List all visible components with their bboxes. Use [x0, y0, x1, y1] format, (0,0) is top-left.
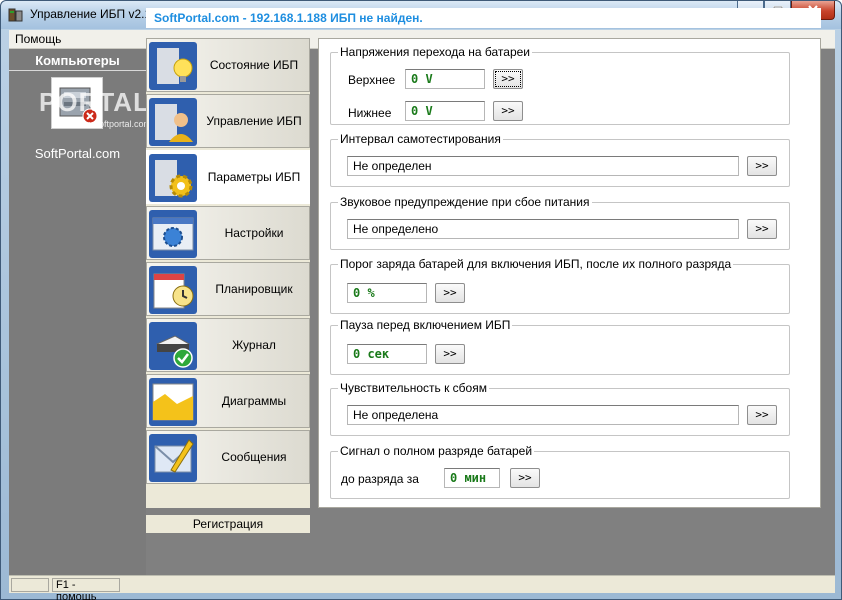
alarm-group: Звуковое предупреждение при сбое питания… — [330, 195, 790, 250]
group-title: Напряжения перехода на батареи — [338, 45, 533, 59]
lower-voltage-button[interactable]: >> — [493, 101, 523, 121]
alarm-field[interactable]: Не определено — [347, 219, 739, 239]
settings-icon — [149, 210, 197, 258]
pause-button[interactable]: >> — [435, 344, 465, 364]
watermark-url: www.softportal.com — [73, 119, 152, 129]
tab-ups-control[interactable]: Управление ИБП — [146, 94, 310, 148]
bulb-icon — [149, 42, 197, 90]
tab-label: Сообщения — [221, 450, 287, 464]
group-title: Чувствительность к сбоям — [338, 381, 489, 395]
group-title: Интервал самотестирования — [338, 132, 503, 146]
tab-label: Состояние ИБП — [209, 58, 299, 72]
registration-button[interactable]: Регистрация — [146, 515, 310, 533]
tab-label: Диаграммы — [221, 394, 287, 408]
status-bar: F1 - помощь — [9, 575, 835, 600]
tab-label: Планировщик — [215, 282, 293, 296]
status-help-hint: F1 - помощь — [52, 578, 120, 600]
sensitivity-group: Чувствительность к сбоям Не определена >… — [330, 381, 790, 436]
status-cell-1 — [11, 578, 49, 592]
upper-voltage-button[interactable]: >> — [493, 69, 523, 89]
watermark-logo: PORTAL — [39, 87, 150, 117]
chart-icon — [149, 378, 197, 426]
sensitivity-field[interactable]: Не определена — [347, 405, 739, 425]
lowbat-label: до разряда за — [341, 472, 419, 486]
computers-panel: Компьютеры PORTAL www.softportal.com Sof… — [9, 49, 151, 575]
tab-journal[interactable]: Журнал — [146, 318, 310, 372]
selftest-field[interactable]: Не определен — [347, 156, 739, 176]
group-title: Звуковое предупреждение при сбое питания — [338, 195, 592, 209]
selftest-button[interactable]: >> — [747, 156, 777, 176]
tab-settings[interactable]: Настройки — [146, 206, 310, 260]
lowbat-field[interactable]: 0 мин — [444, 468, 500, 488]
threshold-button[interactable]: >> — [435, 283, 465, 303]
threshold-group: Порог заряда батарей для включения ИБП, … — [330, 257, 790, 314]
tab-ups-params[interactable]: Параметры ИБП — [146, 150, 310, 204]
divider — [9, 70, 146, 71]
params-panel: Напряжения перехода на батареи Верхнее 0… — [318, 38, 821, 508]
tab-charts[interactable]: Диаграммы — [146, 374, 310, 428]
tab-list: Состояние ИБП Управление ИБП Параметры И… — [146, 38, 310, 533]
status-message-bar: SoftPortal.com - 192.168.1.188 ИБП не на… — [146, 8, 821, 28]
upper-voltage-field[interactable]: 0 V — [405, 69, 485, 89]
tab-messages[interactable]: Сообщения — [146, 430, 310, 484]
tab-label: Управление ИБП — [206, 114, 302, 128]
tab-scheduler[interactable]: Планировщик — [146, 262, 310, 316]
app-window: Управление ИБП v2.1.2.3 Помощь Компьютер… — [0, 0, 842, 600]
tab-label: Журнал — [232, 338, 276, 352]
selftest-group: Интервал самотестирования Не определен >… — [330, 132, 790, 187]
alarm-button[interactable]: >> — [747, 219, 777, 239]
upper-label: Верхнее — [348, 73, 396, 87]
tab-ups-state[interactable]: Состояние ИБП — [146, 38, 310, 92]
lower-label: Нижнее — [348, 106, 392, 120]
mail-icon — [149, 434, 197, 482]
sensitivity-button[interactable]: >> — [747, 405, 777, 425]
tab-label: Настройки — [224, 226, 284, 240]
gear-icon — [149, 154, 197, 202]
pause-group: Пауза перед включением ИБП 0 сек >> — [330, 318, 790, 375]
transfer-voltage-group: Напряжения перехода на батареи Верхнее 0… — [330, 45, 790, 125]
app-icon — [8, 8, 23, 22]
status-message: SoftPortal.com - 192.168.1.188 ИБП не на… — [154, 11, 423, 25]
user-icon — [149, 98, 197, 146]
journal-icon — [149, 322, 197, 370]
pause-field[interactable]: 0 сек — [347, 344, 427, 364]
group-title: Пауза перед включением ИБП — [338, 318, 513, 332]
group-title: Сигнал о полном разряде батарей — [338, 444, 535, 458]
lower-voltage-field[interactable]: 0 V — [405, 101, 485, 121]
lowbat-group: Сигнал о полном разряде батарей до разря… — [330, 444, 790, 499]
computer-name[interactable]: SoftPortal.com — [9, 146, 146, 161]
scheduler-icon — [149, 266, 197, 314]
threshold-field[interactable]: 0 % — [347, 283, 427, 303]
group-title: Порог заряда батарей для включения ИБП, … — [338, 257, 734, 271]
menu-help[interactable]: Помощь — [15, 32, 61, 46]
tab-label: Параметры ИБП — [207, 170, 301, 184]
computers-header: Компьютеры — [35, 53, 120, 68]
lowbat-button[interactable]: >> — [510, 468, 540, 488]
